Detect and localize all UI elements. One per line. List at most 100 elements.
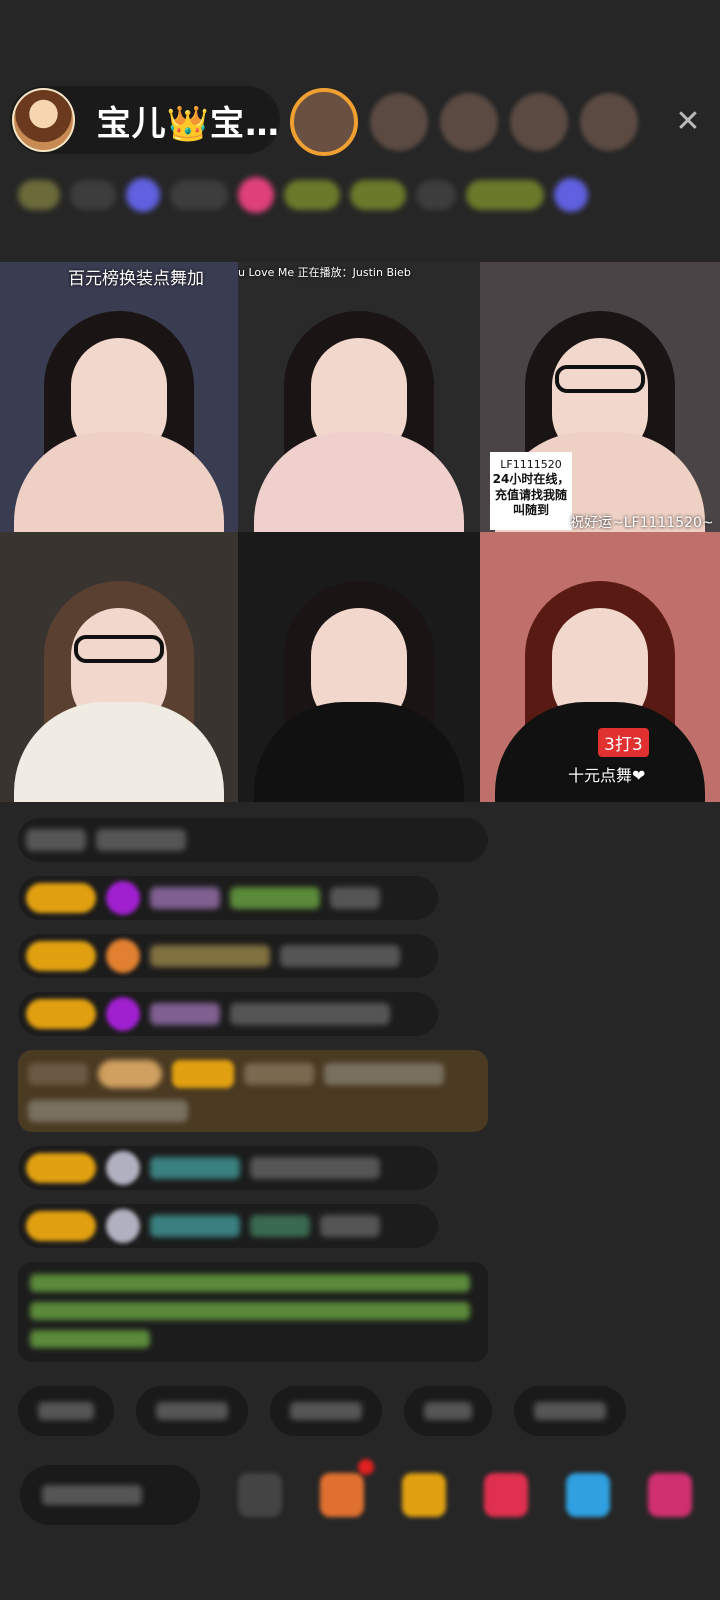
now-playing: u Love Me 正在播放：Justin Bieb: [238, 266, 411, 279]
more-icon[interactable]: [554, 178, 588, 212]
chat-highlight-top: [28, 1060, 478, 1088]
avatar: [106, 1209, 140, 1243]
gift-box-icon[interactable]: [402, 1473, 446, 1517]
sticker-id: LF1111520: [500, 458, 562, 471]
glasses: [555, 364, 645, 393]
system-notice: [18, 1262, 488, 1362]
tag-badge[interactable]: [350, 180, 406, 210]
chat-text: [28, 1100, 188, 1122]
shop-icon[interactable]: [320, 1459, 374, 1517]
video-tile[interactable]: 百元榜换装点舞加: [0, 262, 238, 532]
tile-label: 祝好运~LF1111520~: [570, 515, 714, 531]
chat-row[interactable]: [18, 934, 438, 978]
chat-input[interactable]: [20, 1465, 200, 1525]
share-icon[interactable]: [566, 1473, 610, 1517]
host-avatar[interactable]: [12, 88, 75, 152]
tag-badge[interactable]: [284, 180, 340, 210]
username[interactable]: [150, 887, 220, 909]
sticker-text: 24小时在线，充值请找我随叫随到: [492, 472, 570, 518]
chat-row[interactable]: [18, 876, 438, 920]
chat-row[interactable]: [18, 818, 488, 862]
gift-icon[interactable]: [648, 1473, 692, 1517]
username[interactable]: [150, 945, 270, 967]
fan-icon: [106, 939, 140, 973]
username[interactable]: [150, 1157, 240, 1179]
chat-text: [250, 1157, 380, 1179]
tile-label: 十元点舞❤: [568, 766, 646, 785]
quick-reply-button[interactable]: [18, 1386, 114, 1436]
viewer-avatar[interactable]: [440, 93, 498, 151]
notification-dot: [358, 1459, 374, 1475]
chat-text: [324, 1063, 444, 1085]
quick-reply-text: [38, 1402, 94, 1420]
username[interactable]: [230, 887, 320, 909]
viewer-avatar[interactable]: [580, 93, 638, 151]
host-info[interactable]: 宝儿👑宝…: [10, 86, 280, 154]
level-badge: [26, 941, 96, 971]
glasses: [74, 634, 164, 663]
quick-reply-button[interactable]: [270, 1386, 382, 1436]
level-badge: [26, 999, 96, 1029]
quick-reply-button[interactable]: [136, 1386, 248, 1436]
chat-text: [96, 829, 186, 851]
avatar: [106, 1151, 140, 1185]
video-tile[interactable]: [0, 532, 238, 802]
notice-text: [30, 1302, 470, 1320]
level-badge: [26, 883, 96, 913]
video-tile[interactable]: LF1111520 24小时在线，充值请找我随叫随到 祝好运~LF1111520…: [480, 262, 720, 532]
video-grid: 百元榜换装点舞加 u Love Me 正在播放：Justin Bieb LF11…: [0, 262, 720, 802]
notice-text: [30, 1330, 150, 1348]
tag-badge[interactable]: [416, 180, 456, 210]
badge-row: [18, 172, 698, 218]
rank-text: [70, 180, 116, 210]
username[interactable]: [150, 1003, 220, 1025]
video-tile[interactable]: [238, 532, 480, 802]
host-name: 宝儿👑宝…: [96, 103, 280, 144]
quick-reply-button[interactable]: [404, 1386, 492, 1436]
level-badge: [26, 1153, 96, 1183]
gift-text: [170, 180, 228, 210]
chat-row[interactable]: [18, 1146, 438, 1190]
video-tile[interactable]: u Love Me 正在播放：Justin Bieb: [238, 262, 480, 532]
viewer-avatar[interactable]: [290, 88, 358, 156]
video-tile[interactable]: 3打3 十元点舞❤: [480, 532, 720, 802]
chat-text: [320, 1215, 380, 1237]
chat-bubble-icon[interactable]: [238, 1473, 282, 1517]
quick-reply-text: [290, 1402, 362, 1420]
tag-badge[interactable]: [466, 180, 544, 210]
chat-text: [26, 829, 86, 851]
diamond-icon: [106, 881, 140, 915]
level-badge: [98, 1060, 162, 1088]
rank-badge[interactable]: [18, 180, 60, 210]
level-badge: [26, 1211, 96, 1241]
chat-highlight[interactable]: [18, 1050, 488, 1132]
close-icon[interactable]: ✕: [670, 104, 706, 140]
quick-reply-row: [18, 1386, 720, 1436]
top-bar: 宝儿👑宝… ✕: [0, 0, 720, 262]
status-badge: 3打3: [598, 728, 649, 757]
viewer-avatars: [290, 88, 638, 156]
chat-input-placeholder: [42, 1485, 142, 1505]
username[interactable]: [250, 1215, 310, 1237]
tile-label: 百元榜换装点舞加: [68, 269, 204, 289]
username[interactable]: [244, 1063, 314, 1085]
contact-sticker: LF1111520 24小时在线，充值请找我随叫随到: [490, 452, 572, 530]
quick-reply-text: [424, 1402, 472, 1420]
game-icon[interactable]: [484, 1473, 528, 1517]
viewer-avatar[interactable]: [370, 93, 428, 151]
bottom-bar: [0, 1450, 720, 1540]
viewer-avatar[interactable]: [510, 93, 568, 151]
fan-badge-icon[interactable]: [238, 177, 274, 213]
chat-text: [28, 1063, 88, 1085]
quick-reply-text: [534, 1402, 606, 1420]
chat-row[interactable]: [18, 992, 438, 1036]
username[interactable]: [150, 1215, 240, 1237]
quick-reply-button[interactable]: [514, 1386, 626, 1436]
gift-icon[interactable]: [126, 178, 160, 212]
chat-row[interactable]: [18, 1204, 438, 1248]
notice-text: [30, 1274, 470, 1292]
chat-text: [280, 945, 400, 967]
chat-feed: [18, 818, 488, 1362]
level-badge: [172, 1060, 234, 1088]
chat-text: [330, 887, 380, 909]
